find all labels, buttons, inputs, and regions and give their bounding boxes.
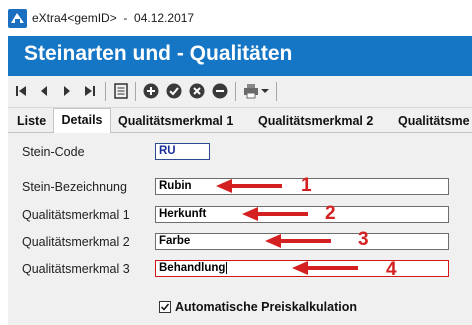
qualitaetsmerkmal-3-value: Behandlung [159,262,226,274]
toolbar-separator [135,82,136,101]
tab-liste[interactable]: Liste [17,111,46,132]
annotation-arrow-4 [292,261,358,275]
title-bar: eXtra4<gemID> - 04.12.2017 [0,0,472,36]
text-caret [226,261,228,274]
delete-button[interactable] [211,82,229,100]
app-icon [8,9,27,28]
last-record-button[interactable] [81,82,99,100]
annotation-number-4: 4 [386,259,397,280]
dropdown-icon [261,89,269,93]
add-button[interactable] [142,82,160,100]
annotation-arrow-1 [216,179,282,193]
qualitaetsmerkmal-2-label: Qualitätsmerkmal 2 [22,235,130,249]
auto-preis-checkbox[interactable] [159,301,171,313]
details-form: Stein-Code RU Stein-Bezeichnung Rubin Qu… [8,133,472,325]
annotation-number-3: 3 [358,229,369,250]
qualitaetsmerkmal-3-label: Qualitätsmerkmal 3 [22,262,130,276]
annotation-number-2: 2 [325,203,336,224]
tab-qualitaetsmerkmal-1[interactable]: Qualitätsmerkmal 1 [118,111,233,132]
page-banner: Steinarten und - Qualitäten [8,36,472,76]
auto-preis-label: Automatische Preiskalkulation [175,300,358,314]
toolbar-separator [235,82,236,101]
tab-bar: Liste Details Qualitätsmerkmal 1 Qualitä… [8,108,472,134]
window-title: eXtra4<gemID> - 04.12.2017 [32,11,195,25]
prev-icon [41,86,47,96]
next-icon [64,86,70,96]
last-icon [85,86,95,96]
tab-details[interactable]: Details [53,108,111,134]
toolbar-separator [276,82,277,101]
stein-bezeichnung-label: Stein-Bezeichnung [22,180,127,194]
tab-qualitaetsmerkmal-3[interactable]: Qualitätsme [398,111,470,132]
add-icon [143,83,159,99]
confirm-button[interactable] [165,82,183,100]
confirm-icon [166,83,182,99]
tab-qualitaetsmerkmal-2[interactable]: Qualitätsmerkmal 2 [258,111,373,132]
annotation-arrow-3 [265,234,331,248]
toolbar-separator [105,82,106,101]
list-button[interactable] [112,82,130,100]
page-title: Steinarten und - Qualitäten [24,42,293,65]
next-record-button[interactable] [58,82,76,100]
annotation-arrow-2 [242,207,308,221]
toolbar [8,76,472,108]
print-dropdown-button[interactable] [260,82,270,100]
list-icon [114,83,128,99]
stein-code-label: Stein-Code [22,145,85,159]
prev-record-button[interactable] [35,82,53,100]
stein-code-field[interactable]: RU [155,143,210,160]
cancel-icon [189,83,205,99]
print-icon [244,84,258,99]
print-button[interactable] [242,82,260,100]
annotation-number-1: 1 [301,175,312,196]
first-icon [16,86,26,96]
qualitaetsmerkmal-1-label: Qualitätsmerkmal 1 [22,208,130,222]
cancel-button[interactable] [188,82,206,100]
delete-icon [212,83,228,99]
first-record-button[interactable] [12,82,30,100]
